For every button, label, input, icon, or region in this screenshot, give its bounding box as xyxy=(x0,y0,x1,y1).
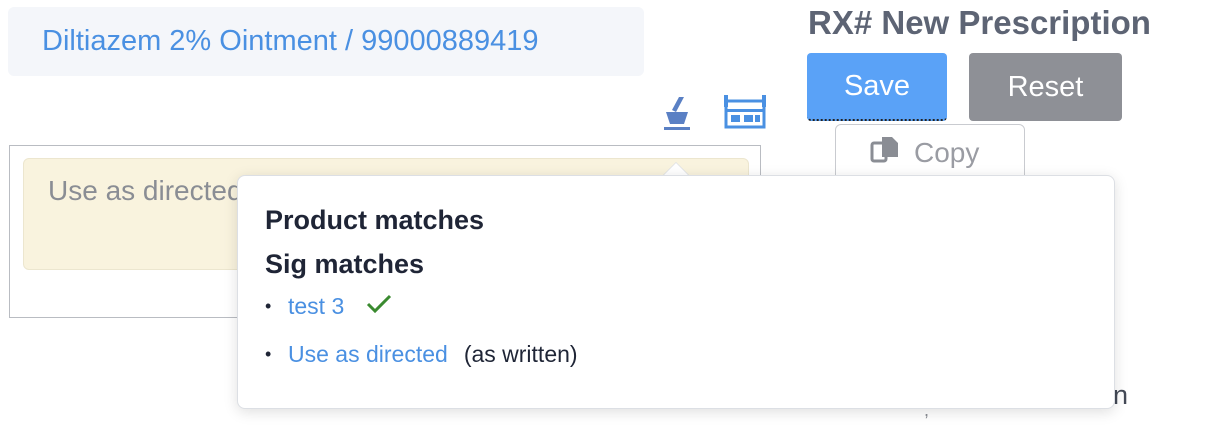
save-button[interactable]: Save xyxy=(807,53,947,121)
page-title: RX# New Prescription xyxy=(808,4,1151,41)
sig-match-link[interactable]: test 3 xyxy=(288,293,344,320)
mortar-pestle-icon[interactable] xyxy=(660,94,694,135)
copy-button[interactable]: Copy xyxy=(835,124,1025,182)
bullet: • xyxy=(265,344,272,364)
sig-matches-heading: Sig matches xyxy=(265,249,425,279)
bullet: • xyxy=(265,296,272,316)
match-popover: Product matches Sig matches • test 3 • U… xyxy=(237,175,1115,409)
copy-icon xyxy=(870,135,900,172)
as-written-note: (as written) xyxy=(463,341,578,367)
copy-label: Copy xyxy=(914,137,980,168)
reset-button[interactable]: Reset xyxy=(969,53,1122,121)
list-item: • test 3 xyxy=(265,293,392,320)
list-item: • Use as directed (as written) xyxy=(265,341,578,368)
check-icon xyxy=(366,293,392,320)
product-pill[interactable]: Diltiazem 2% Ointment / 99000889419 xyxy=(8,7,644,76)
product-matches-heading: Product matches xyxy=(265,205,485,235)
pill-organizer-icon[interactable] xyxy=(724,95,766,134)
product-label[interactable]: Diltiazem 2% Ointment / 99000889419 xyxy=(42,25,539,58)
save-label: Save xyxy=(843,69,911,102)
sig-match-link[interactable]: Use as directed xyxy=(288,341,448,368)
reset-label: Reset xyxy=(1007,70,1084,103)
